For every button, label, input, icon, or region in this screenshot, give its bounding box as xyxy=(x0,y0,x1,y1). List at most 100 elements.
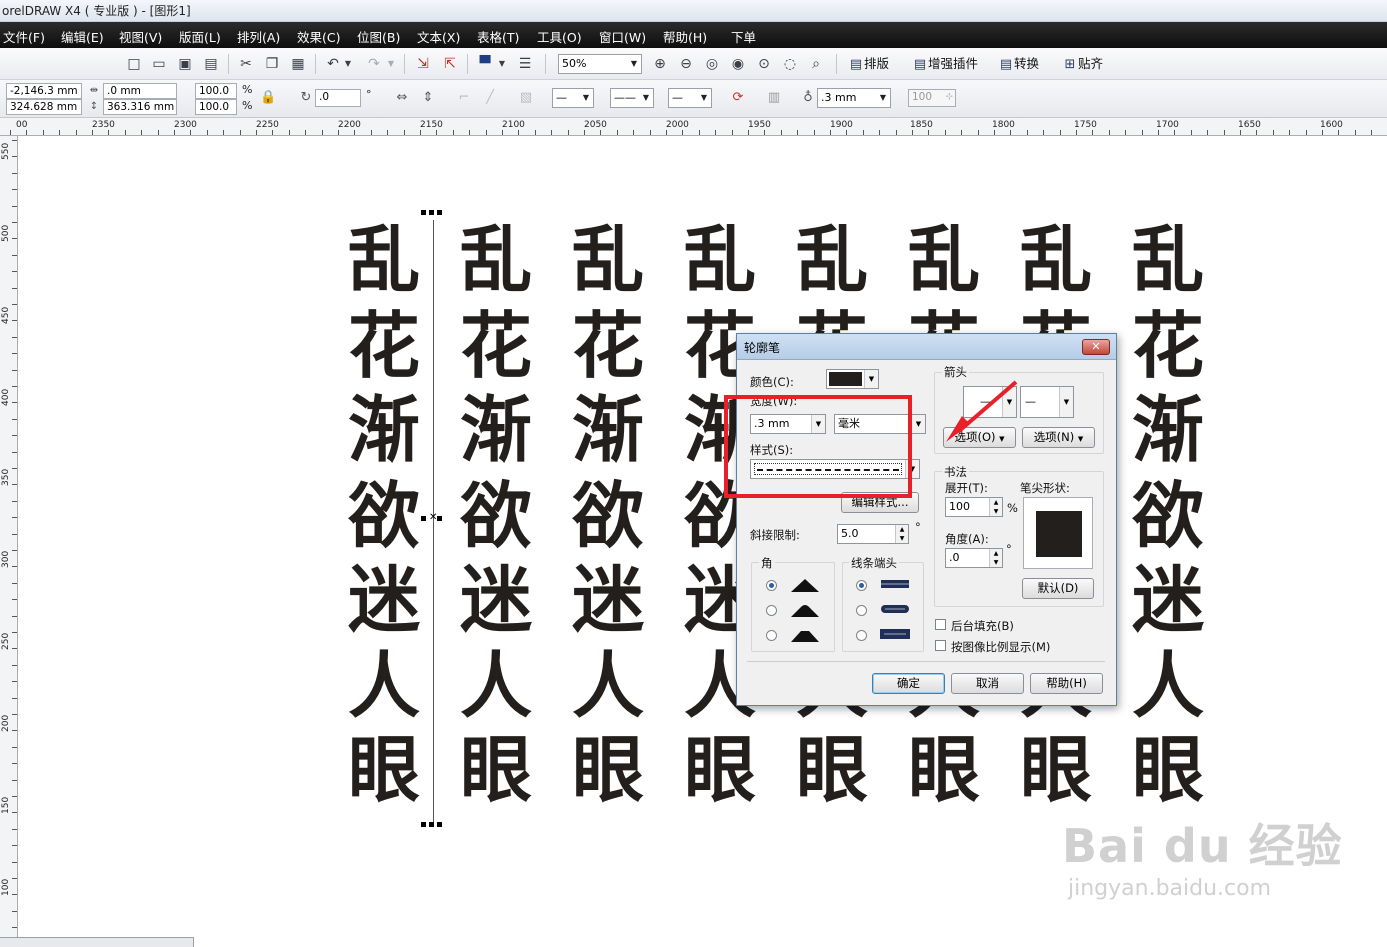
menu-table[interactable]: 表格(T) xyxy=(477,27,519,46)
vertical-ruler[interactable]: 550 500 450 400 350 300 250 200 150 100 xyxy=(0,136,18,947)
text-glyph[interactable]: 渐 xyxy=(1123,394,1213,466)
ok-button[interactable]: 确定 xyxy=(872,673,945,694)
text-glyph[interactable]: 花 xyxy=(1123,310,1213,382)
dialog-title-bar[interactable]: 轮廓笔 ✕ xyxy=(737,334,1116,360)
redo-icon[interactable]: ↷ xyxy=(365,55,383,73)
text-glyph[interactable]: 乱 xyxy=(563,224,653,296)
text-glyph[interactable]: 乱 xyxy=(787,224,877,296)
selection-handle[interactable] xyxy=(429,822,434,827)
text-glyph[interactable]: 渐 xyxy=(563,394,653,466)
scale-width-field[interactable]: 100.0 xyxy=(195,83,237,99)
cap-square-radio[interactable] xyxy=(856,630,867,641)
text-glyph[interactable]: 渐 xyxy=(451,394,541,466)
wrap-paragraph-icon[interactable]: ⟳ xyxy=(730,90,746,106)
width-field[interactable]: .0 mm xyxy=(103,83,177,99)
save-icon[interactable]: ▣ xyxy=(176,55,194,73)
text-glyph[interactable]: 人 xyxy=(1123,650,1213,722)
y-position-field[interactable]: 324.628 mm xyxy=(6,99,82,115)
zoom-all-objects-icon[interactable]: ◉ xyxy=(729,55,747,73)
cap-butt-radio[interactable] xyxy=(856,580,867,591)
opacity-field[interactable]: 100 ⊹ xyxy=(908,89,956,107)
text-glyph[interactable]: 眼 xyxy=(675,734,765,806)
outline-width-select[interactable]: .3 mm ▼ xyxy=(817,88,891,108)
default-button[interactable]: 默认(D) xyxy=(1022,578,1094,599)
text-glyph[interactable]: 眼 xyxy=(787,734,877,806)
mirror-vertical-icon[interactable]: ⇕ xyxy=(420,90,436,106)
text-glyph[interactable]: 欲 xyxy=(563,480,653,552)
copy-icon[interactable]: ❐ xyxy=(263,55,281,73)
enhance-plugin-button[interactable]: ▤ 增强插件 xyxy=(912,55,978,73)
print-icon[interactable]: ▤ xyxy=(202,55,220,73)
text-glyph[interactable]: 乱 xyxy=(1011,224,1101,296)
redo-dropdown-icon[interactable]: ▼ xyxy=(386,55,396,73)
selection-handle[interactable] xyxy=(421,210,426,215)
menu-arrange[interactable]: 排列(A) xyxy=(237,27,280,46)
miter-limit-spinner[interactable]: 5.0 ▲ ▼ xyxy=(837,524,909,544)
spin-arrows-icon[interactable]: ▲ ▼ xyxy=(989,498,1002,516)
new-document-icon[interactable]: □ xyxy=(125,55,143,73)
text-glyph[interactable]: 人 xyxy=(451,650,541,722)
undo-icon[interactable]: ↶ xyxy=(324,55,342,73)
menu-bitmaps[interactable]: 位图(B) xyxy=(357,27,400,46)
spin-arrows-icon[interactable]: ▲ ▼ xyxy=(895,525,908,543)
zoom-selected-icon[interactable]: ◎ xyxy=(703,55,721,73)
text-glyph[interactable]: 眼 xyxy=(1123,734,1213,806)
text-glyph[interactable]: 乱 xyxy=(1123,224,1213,296)
menu-file[interactable]: 文件(F) xyxy=(3,27,45,46)
nib-shape-preview[interactable] xyxy=(1023,497,1093,569)
menu-tools[interactable]: 工具(O) xyxy=(537,27,582,46)
snap-button[interactable]: ⊞ 贴齐 xyxy=(1062,55,1103,73)
rotation-field[interactable]: .0 xyxy=(315,89,361,107)
text-glyph[interactable]: 乱 xyxy=(675,224,765,296)
selection-handle[interactable] xyxy=(421,516,426,521)
text-glyph[interactable]: 眼 xyxy=(563,734,653,806)
undo-dropdown-icon[interactable]: ▼ xyxy=(343,55,353,73)
selection-handle[interactable] xyxy=(429,210,434,215)
lock-ratio-icon[interactable]: 🔒 xyxy=(260,90,276,106)
cap-round-radio[interactable] xyxy=(856,605,867,616)
text-glyph[interactable]: 乱 xyxy=(899,224,989,296)
text-glyph[interactable]: 渐 xyxy=(339,394,429,466)
corner-round-radio[interactable] xyxy=(766,605,777,616)
line-style-select[interactable]: —— ▼ xyxy=(610,88,654,108)
wrap-text-icon[interactable]: ▧ xyxy=(518,90,534,106)
text-glyph[interactable]: 眼 xyxy=(1011,734,1101,806)
zoom-in-icon[interactable]: ⊕ xyxy=(651,55,669,73)
line-icon[interactable]: ╱ xyxy=(482,90,498,106)
cancel-button[interactable]: 取消 xyxy=(951,673,1024,694)
menu-layout[interactable]: 版面(L) xyxy=(179,27,221,46)
menu-text[interactable]: 文本(X) xyxy=(417,27,460,46)
color-picker[interactable]: ▼ xyxy=(826,369,879,389)
text-glyph[interactable]: 迷 xyxy=(451,564,541,636)
paste-icon[interactable]: ▦ xyxy=(289,55,307,73)
cut-icon[interactable]: ✂ xyxy=(237,55,255,73)
help-button[interactable]: 帮助(H) xyxy=(1030,673,1103,694)
text-glyph[interactable]: 眼 xyxy=(451,734,541,806)
height-field[interactable]: 363.316 mm xyxy=(103,99,177,115)
text-glyph[interactable]: 眼 xyxy=(339,734,429,806)
menu-effects[interactable]: 效果(C) xyxy=(297,27,340,46)
start-arrow-select[interactable]: — ▼ xyxy=(552,88,594,108)
convert-button[interactable]: ▤ 转换 xyxy=(998,55,1039,73)
text-glyph[interactable]: 花 xyxy=(339,310,429,382)
text-glyph[interactable]: 迷 xyxy=(339,564,429,636)
menu-view[interactable]: 视图(V) xyxy=(119,27,162,46)
launcher-dropdown-icon[interactable]: ▼ xyxy=(497,55,507,73)
to-front-icon[interactable]: ▥ xyxy=(766,90,782,106)
angle-spinner[interactable]: .0 ▲ ▼ xyxy=(945,548,1003,568)
text-glyph[interactable]: 眼 xyxy=(899,734,989,806)
corner-bevel-radio[interactable] xyxy=(766,630,777,641)
menu-window[interactable]: 窗口(W) xyxy=(599,27,646,46)
welcome-screen-icon[interactable]: ☰ xyxy=(516,55,534,73)
export-icon[interactable]: ⇱ xyxy=(441,55,459,73)
arrow-options-right-button[interactable]: 选项(N) ▼ xyxy=(1022,427,1095,448)
import-icon[interactable]: ⇲ xyxy=(414,55,432,73)
menu-edit[interactable]: 编辑(E) xyxy=(61,27,104,46)
menu-order[interactable]: 下单 xyxy=(731,27,756,46)
text-glyph[interactable]: 欲 xyxy=(339,480,429,552)
corner-miter-radio[interactable] xyxy=(766,580,777,591)
selection-handle[interactable] xyxy=(437,516,442,521)
text-glyph[interactable]: 花 xyxy=(451,310,541,382)
horizontal-ruler[interactable]: 00 2350 2300 2250 2200 2150 2100 2050 20… xyxy=(0,118,1387,136)
text-glyph[interactable]: 迷 xyxy=(563,564,653,636)
